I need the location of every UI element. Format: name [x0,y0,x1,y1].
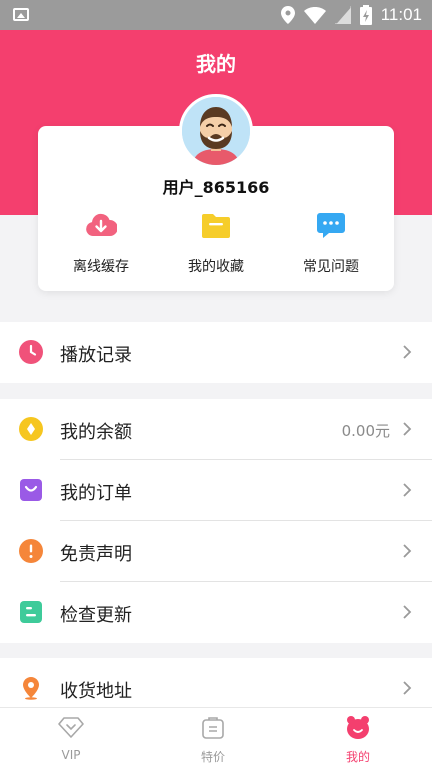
menu-item-history[interactable]: 播放记录 [0,322,432,383]
exclamation-icon [19,539,43,563]
menu-item-address[interactable]: 收货地址 [0,658,432,707]
faq-label: 常见问题 [303,259,359,275]
status-bar: 11:01 [0,0,432,30]
favorites-button[interactable]: 我的收藏 [171,212,261,276]
balance-value: 0.00元 [341,422,390,440]
account-group: 我的余额 0.00元 我的订单 免责声明 检查更新 [0,399,432,643]
cloud-download-icon [86,213,118,236]
chevron-right-icon [403,681,412,695]
bear-icon [347,716,369,739]
favorites-label: 我的收藏 [188,259,244,275]
chevron-right-icon [403,544,412,558]
shopping-bag-icon [20,479,42,501]
avatar-bearded-man-icon [182,97,250,165]
balance-label: 我的余额 [60,422,132,443]
faq-button[interactable]: 常见问题 [286,212,376,276]
menu-item-balance[interactable]: 我的余额 0.00元 [0,399,432,460]
address-label: 收货地址 [60,681,132,702]
chevron-right-icon [403,483,412,497]
history-label: 播放记录 [60,345,132,366]
chevron-right-icon [403,422,412,436]
orders-label: 我的订单 [60,483,132,504]
menu-item-orders[interactable]: 我的订单 [0,460,432,521]
clock-time: 11:01 [380,5,422,24]
wifi-icon [303,6,326,24]
address-group: 收货地址 [0,658,432,707]
page-title: 我的 [196,52,236,76]
offline-cache-button[interactable]: 离线缓存 [56,212,146,276]
disclaimer-label: 免责声明 [60,544,132,565]
tab-special-offer[interactable]: 特价 [163,714,263,765]
status-icons: 11:01 [280,5,422,25]
username: 用户_865166 [162,178,270,197]
tab-vip[interactable]: VIP [21,714,121,762]
image-notification-icon [13,8,29,21]
folder-icon [202,214,230,238]
location-pin-icon [23,677,39,700]
update-label: 检查更新 [60,605,132,626]
battery-charging-icon [359,5,372,25]
clock-icon [19,340,43,364]
tab-mine[interactable]: 我的 [308,714,408,765]
no-sim-icon [334,6,351,24]
chevron-right-icon [403,605,412,619]
chevron-right-icon [403,345,412,359]
menu-item-update[interactable]: 检查更新 [0,582,432,643]
avatar[interactable] [179,94,253,168]
tab-mine-label: 我的 [345,750,370,764]
tab-vip-label: VIP [61,748,81,762]
history-group: 播放记录 [0,322,432,383]
bottom-tab-bar: VIP 特价 我的 [0,707,432,768]
update-icon [20,601,42,623]
offline-cache-label: 离线缓存 [73,259,129,275]
diamond-icon [58,717,84,738]
menu-item-disclaimer[interactable]: 免责声明 [0,521,432,582]
coin-icon [19,417,43,441]
bag-icon [202,717,224,739]
location-icon [280,6,295,24]
tab-special-offer-label: 特价 [200,750,225,764]
chat-bubble-icon [317,213,345,238]
